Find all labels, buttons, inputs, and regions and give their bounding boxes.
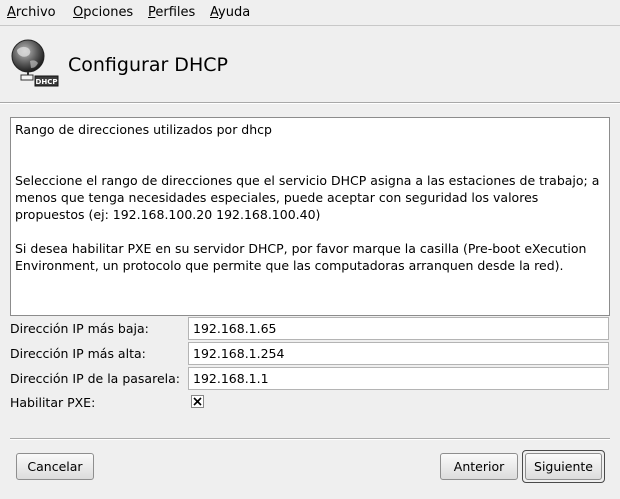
checkmark-icon (193, 397, 202, 406)
gateway-ip-input[interactable] (188, 367, 609, 390)
menu-perfiles[interactable]: Perfiles (148, 5, 195, 21)
pxe-checkbox[interactable] (191, 395, 204, 408)
low-ip-label: Dirección IP más baja: (10, 321, 149, 336)
wizard-header: DHCP Configurar DHCP (0, 27, 620, 102)
pxe-label: Habilitar PXE: (10, 395, 96, 410)
description-panel: Rango de direcciones utilizados por dhcp… (10, 117, 610, 316)
header-divider (0, 102, 620, 104)
back-button[interactable]: Anterior (440, 453, 518, 480)
high-ip-label: Dirección IP más alta: (10, 346, 146, 361)
description-pxe-text: Si desea habilitar PXE en su servidor DH… (15, 241, 587, 273)
menubar: Archivo Opciones Perfiles Ayuda (0, 0, 620, 26)
gateway-ip-label: Dirección IP de la pasarela: (10, 371, 180, 386)
dhcp-wizard-window: Archivo Opciones Perfiles Ayuda DHCP Con… (0, 0, 620, 499)
next-button[interactable]: Siguiente (525, 453, 602, 480)
high-ip-input[interactable] (188, 342, 609, 365)
dhcp-network-icon: DHCP (8, 39, 60, 87)
page-title: Configurar DHCP (68, 54, 228, 76)
button-bar-divider (10, 438, 610, 440)
menu-ayuda[interactable]: Ayuda (210, 5, 250, 21)
menu-archivo[interactable]: Archivo (7, 5, 56, 21)
low-ip-input[interactable] (188, 317, 609, 340)
svg-text:DHCP: DHCP (36, 78, 58, 86)
description-heading: Rango de direcciones utilizados por dhcp (15, 122, 272, 137)
description-range-text: Seleccione el rango de direcciones que e… (15, 173, 600, 222)
menu-opciones[interactable]: Opciones (73, 5, 133, 21)
cancel-button[interactable]: Cancelar (16, 453, 94, 480)
